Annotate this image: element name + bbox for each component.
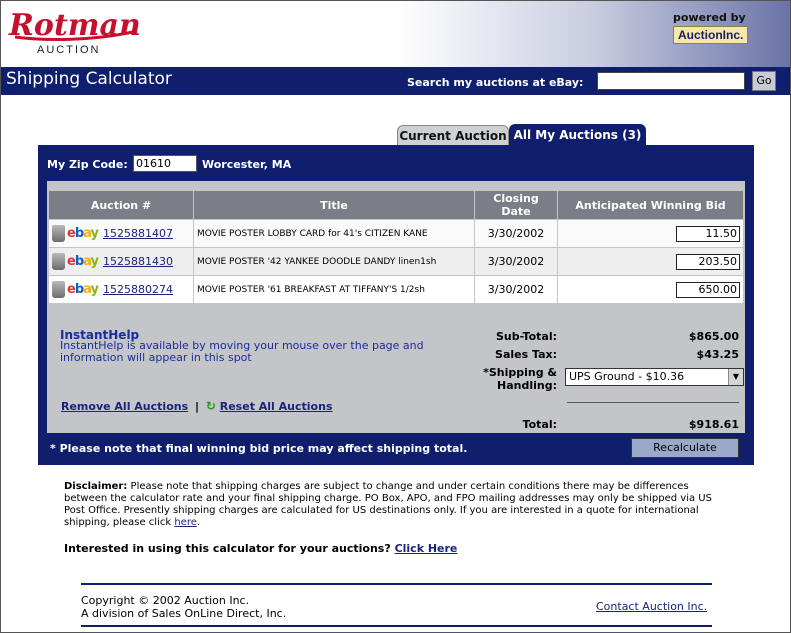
bid-input[interactable]: 650.00 (676, 281, 740, 298)
search-input[interactable] (597, 72, 745, 90)
zip-code-input[interactable]: 01610 (133, 155, 197, 172)
shipping-select[interactable]: UPS Ground - $10.36 ▼ (565, 368, 744, 386)
bid-cell: 203.50 (557, 247, 744, 276)
ebay-icon: ebay (67, 254, 99, 269)
col-header-closing-date: Closing Date (474, 190, 558, 220)
title-bar: Shipping Calculator Search my auctions a… (1, 67, 790, 95)
zip-city: Worcester, MA (202, 158, 292, 171)
title-cell: MOVIE POSTER '42 YANKEE DOODLE DANDY lin… (193, 247, 475, 276)
chevron-down-icon[interactable]: ▼ (728, 369, 743, 385)
total-label: Total: (522, 418, 557, 431)
subtotal-value: $865.00 (688, 330, 739, 343)
ebay-icon: ebay (67, 226, 99, 241)
table-row: ebay 1525881407 MOVIE POSTER LOBBY CARD f… (48, 219, 744, 248)
tab-all-my-auctions[interactable]: All My Auctions (3) (509, 124, 646, 146)
reset-all-auctions-link[interactable]: Reset All Auctions (220, 400, 333, 413)
instant-help-text: InstantHelp is available by moving your … (60, 339, 424, 364)
page-frame: Rotman AUCTION powered by AuctionInc. Sh… (0, 0, 791, 633)
totals-divider (567, 402, 739, 403)
calculator-panel: My Zip Code: 01610 Worcester, MA Auction… (38, 145, 754, 465)
recalculate-button[interactable]: Recalculate (631, 438, 739, 458)
date-cell: 3/30/2002 (474, 275, 558, 304)
zip-label: My Zip Code: (47, 158, 128, 171)
rotman-auction-logo[interactable]: Rotman AUCTION (5, 7, 145, 59)
footer-copyright: Copyright © 2002 Auction Inc. A division… (81, 594, 286, 620)
remove-all-auctions-link[interactable]: Remove All Auctions (61, 400, 188, 413)
bid-cell: 650.00 (557, 275, 744, 304)
shipping-note: * Please note that final winning bid pri… (50, 442, 468, 455)
date-cell: 3/30/2002 (474, 219, 558, 248)
auction-cell: ebay 1525881407 (48, 219, 194, 248)
auctioninc-logo[interactable]: AuctionInc. (673, 26, 749, 44)
sales-tax-value: $43.25 (696, 348, 739, 361)
auction-cell: ebay 1525881430 (48, 247, 194, 276)
col-header-auction: Auction # (48, 190, 194, 220)
title-cell: MOVIE POSTER LOBBY CARD for 41's CITIZEN… (193, 219, 475, 248)
search-label: Search my auctions at eBay: (407, 76, 584, 89)
disclaimer-end: . (196, 517, 201, 528)
bid-input[interactable]: 203.50 (676, 253, 740, 270)
table-actions: Remove All Auctions | ↻ Reset All Auctio… (61, 399, 333, 413)
disclaimer-text: Please note that shipping charges are su… (64, 481, 712, 528)
subtotal-label: Sub-Total: (495, 330, 557, 343)
auction-link[interactable]: 1525881430 (103, 255, 173, 268)
total-value: $918.61 (688, 418, 739, 431)
footer-divider-bottom (81, 625, 712, 627)
trash-icon[interactable] (52, 281, 65, 298)
trash-icon[interactable] (52, 253, 65, 270)
sales-tax-label: Sales Tax: (495, 348, 557, 361)
trash-icon[interactable] (52, 225, 65, 242)
logo-text: Rotman (8, 8, 141, 43)
table-header-row: Auction # Title Closing Date Anticipated… (48, 190, 744, 220)
bid-input[interactable]: 11.50 (676, 225, 740, 242)
ebay-icon: ebay (67, 282, 99, 297)
disclaimer-label: Disclaimer: (64, 481, 128, 492)
actions-separator: | (194, 400, 199, 413)
interest-line: Interested in using this calculator for … (64, 542, 457, 555)
click-here-link[interactable]: Click Here (395, 542, 458, 555)
footer-divider-top (81, 583, 712, 585)
shipping-select-value: UPS Ground - $10.36 (569, 370, 685, 383)
logo-sub-text: AUCTION (37, 44, 101, 56)
auction-link[interactable]: 1525881407 (103, 227, 173, 240)
calculator-body: Auction # Title Closing Date Anticipated… (47, 181, 745, 433)
powered-by-label: powered by (673, 11, 746, 24)
date-cell: 3/30/2002 (474, 247, 558, 276)
international-quote-link[interactable]: here (174, 517, 197, 528)
auction-cell: ebay 1525880274 (48, 275, 194, 304)
tab-current-auction[interactable]: Current Auction (397, 125, 509, 146)
col-header-winning-bid: Anticipated Winning Bid (557, 190, 744, 220)
go-button[interactable]: Go (752, 71, 776, 91)
contact-link[interactable]: Contact Auction Inc. (596, 600, 707, 613)
interest-text: Interested in using this calculator for … (64, 542, 391, 555)
auction-link[interactable]: 1525880274 (103, 283, 173, 296)
bid-cell: 11.50 (557, 219, 744, 248)
title-cell: MOVIE POSTER '61 BREAKFAST AT TIFFANY'S … (193, 275, 475, 304)
table-row: ebay 1525881430 MOVIE POSTER '42 YANKEE D… (48, 247, 744, 276)
header-bar: Rotman AUCTION powered by AuctionInc. (1, 1, 790, 67)
page-title: Shipping Calculator (6, 69, 172, 89)
reset-icon[interactable]: ↻ (206, 399, 216, 413)
table-row: ebay 1525880274 MOVIE POSTER '61 BREAKFAS… (48, 275, 744, 304)
disclaimer: Disclaimer: Please note that shipping ch… (64, 481, 714, 529)
auctions-table: Auction # Title Closing Date Anticipated… (48, 190, 744, 304)
division-text: A division of Sales OnLine Direct, Inc. (81, 607, 287, 620)
col-header-title: Title (193, 190, 475, 220)
shipping-label: *Shipping & Handling: (483, 366, 557, 392)
copyright-text: Copyright © 2002 Auction Inc. (81, 594, 250, 607)
